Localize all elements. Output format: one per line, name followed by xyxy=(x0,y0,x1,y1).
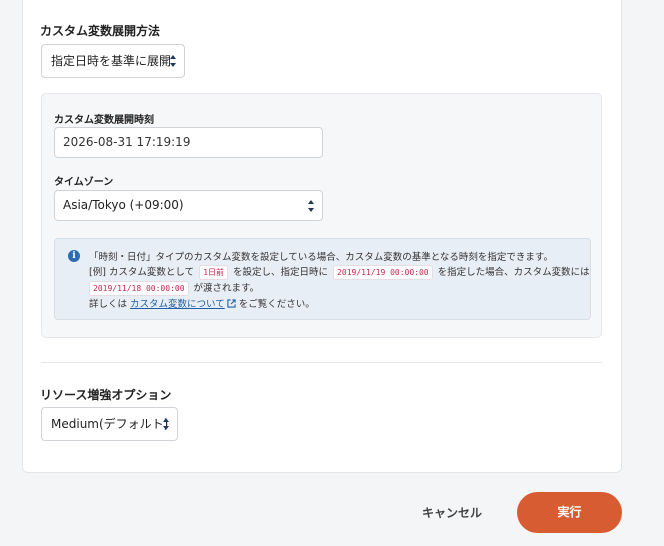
timezone-label: タイムゾーン xyxy=(54,177,114,188)
resource-option-label: リソース増強オプション xyxy=(40,388,172,402)
select-arrows-icon xyxy=(308,200,314,212)
code-example-result: 2019/11/18 00:00:00 xyxy=(89,281,189,296)
info-line-1: 「時刻・日付」タイプのカスタム変数を設定している場合、カスタム変数の基準となる時… xyxy=(89,252,553,263)
info-line-3: 2019/11/18 00:00:00 が渡されます。 xyxy=(89,280,259,296)
info-example-prefix: [例] カスタム変数として xyxy=(89,267,195,278)
info-example-suffix: を指定した場合、カスタム変数には xyxy=(437,267,590,278)
info-more-prefix: 詳しくは xyxy=(89,299,128,310)
timezone-select[interactable]: Asia/Tokyo (+09:00) xyxy=(54,190,323,221)
resource-option-select[interactable]: Medium(デフォルト) xyxy=(41,407,178,441)
timezone-value: Asia/Tokyo (+09:00) xyxy=(63,198,184,212)
info-line-2: [例] カスタム変数として 1日前 を設定し、指定日時に 2019/11/19 … xyxy=(89,264,590,280)
expansion-method-label: カスタム変数展開方法 xyxy=(40,24,161,38)
expansion-datetime-label: カスタム変数展開時刻 xyxy=(54,115,154,126)
info-icon: i xyxy=(68,250,80,262)
expansion-method-select[interactable]: 指定日時を基準に展開 xyxy=(41,44,185,78)
info-more-suffix: をご覧ください。 xyxy=(238,299,315,310)
expansion-method-value: 指定日時を基準に展開 xyxy=(51,54,172,68)
cancel-button[interactable]: キャンセル xyxy=(410,497,494,529)
expansion-settings-panel: カスタム変数展開時刻 2026-08-31 17:19:19 タイムゾーン As… xyxy=(41,93,602,338)
external-link-icon xyxy=(227,299,236,308)
run-button[interactable]: 実行 xyxy=(517,492,622,533)
code-example-datetime: 2019/11/19 00:00:00 xyxy=(333,265,433,280)
select-arrows-icon xyxy=(163,418,169,430)
custom-variable-help-link-text: カスタム変数について xyxy=(130,299,225,310)
select-arrows-icon xyxy=(170,55,176,67)
settings-card: カスタム変数展開方法 指定日時を基準に展開 カスタム変数展開時刻 2026-08… xyxy=(22,0,622,473)
code-example-variable: 1日前 xyxy=(199,265,229,280)
info-result-text: が渡されます。 xyxy=(193,283,260,294)
expansion-datetime-input[interactable]: 2026-08-31 17:19:19 xyxy=(54,127,323,158)
custom-variable-help-link[interactable]: カスタム変数について xyxy=(130,299,236,310)
info-line-4: 詳しくは カスタム変数について をご覧ください。 xyxy=(89,296,315,310)
info-example-mid: を設定し、指定日時に xyxy=(233,267,329,278)
resource-option-value: Medium(デフォルト) xyxy=(51,417,169,431)
section-divider xyxy=(41,362,602,363)
info-box: i 「時刻・日付」タイプのカスタム変数を設定している場合、カスタム変数の基準とな… xyxy=(54,238,591,320)
